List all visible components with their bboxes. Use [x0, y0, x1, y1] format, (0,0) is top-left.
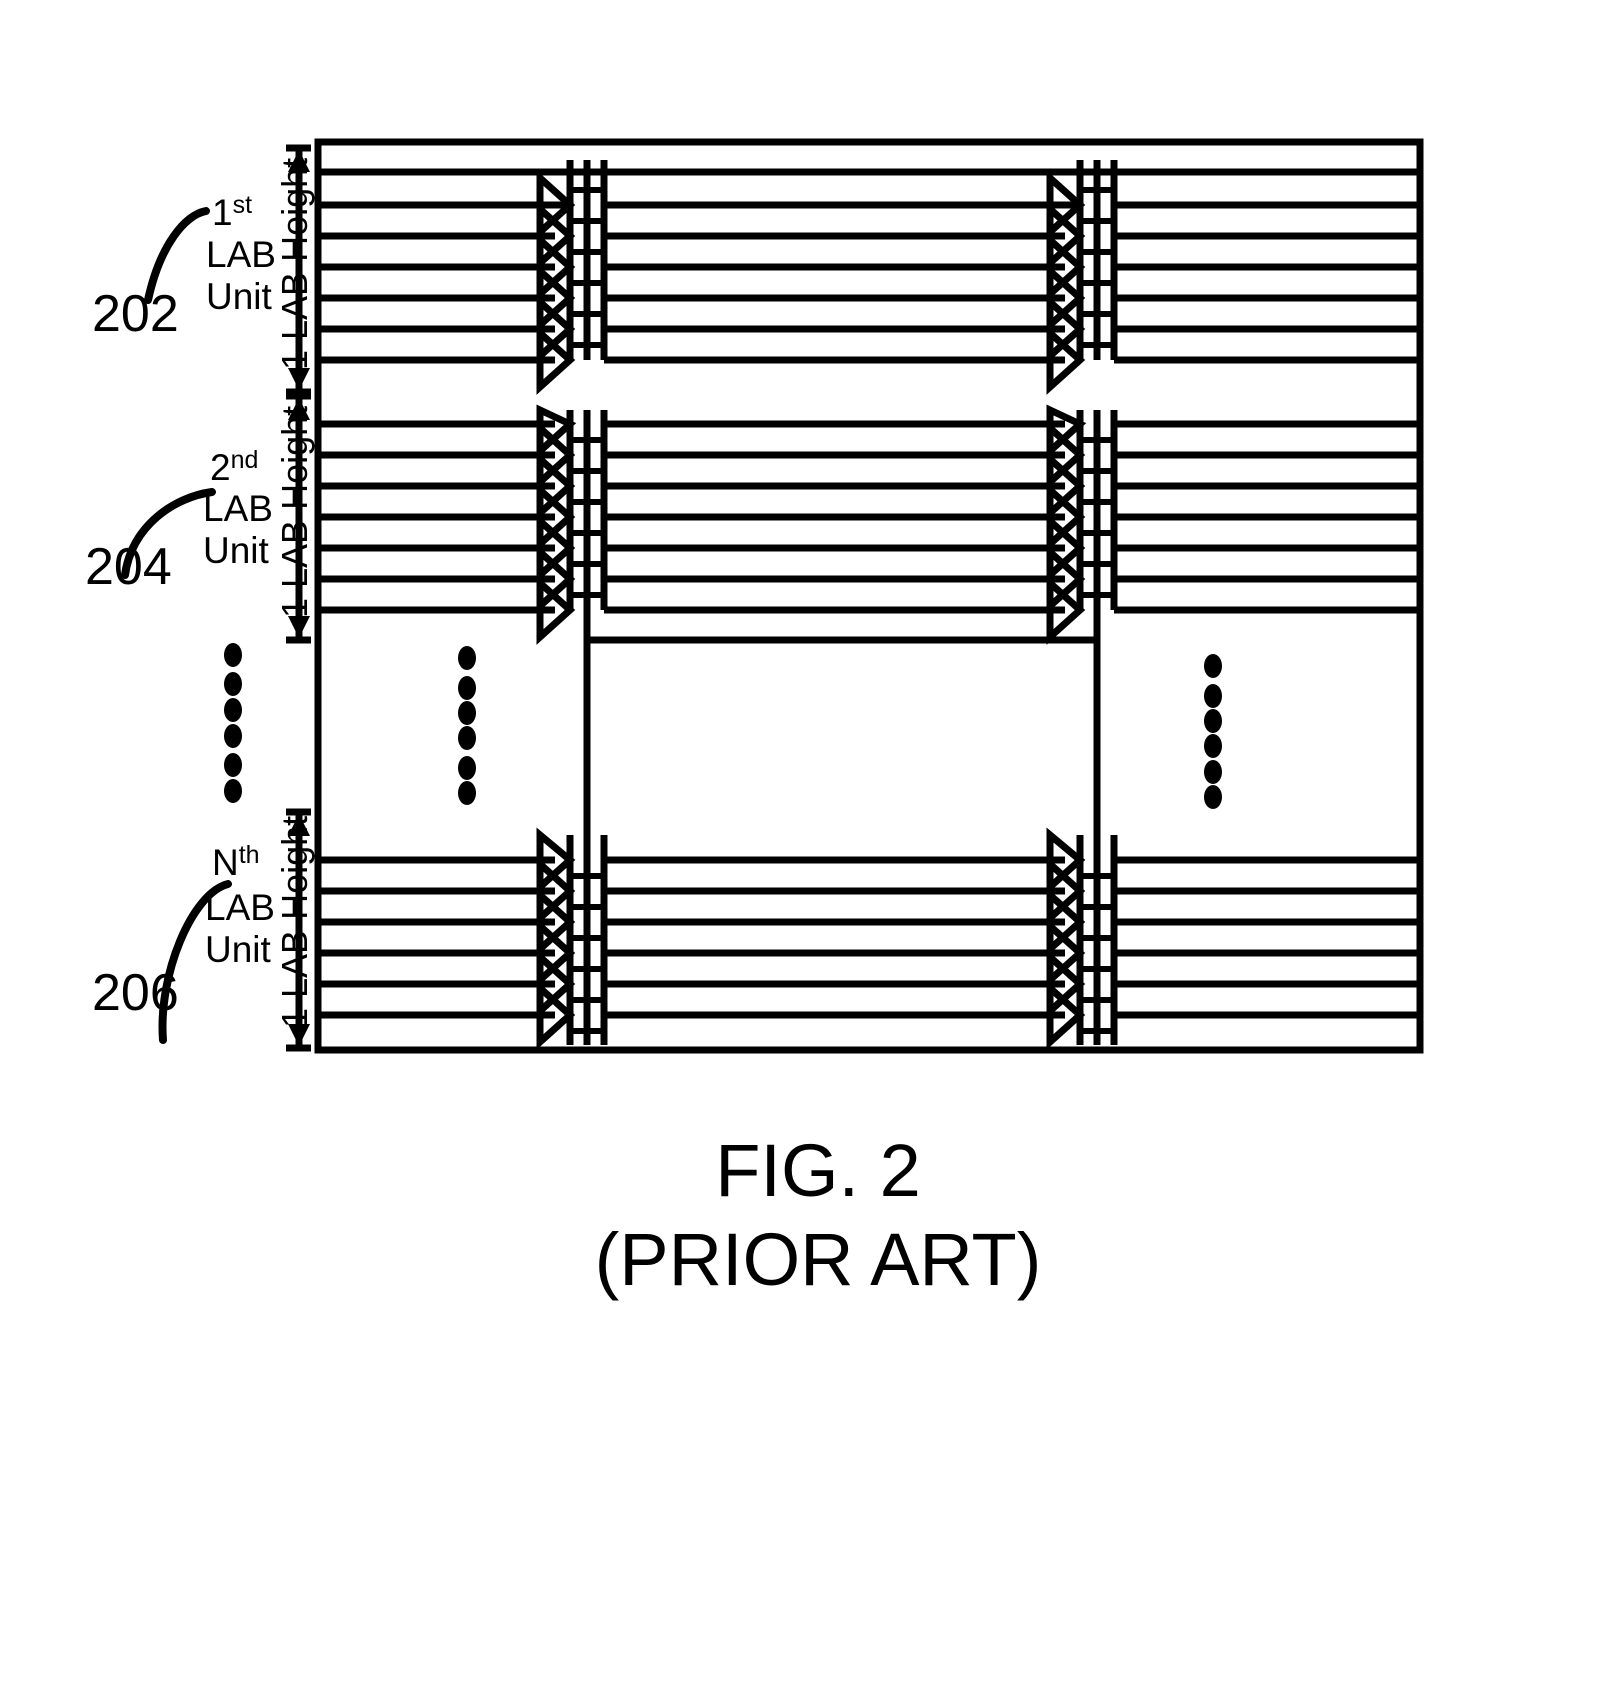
ref-number-206: 206: [92, 964, 179, 1022]
lab-unit-2-line3: Unit: [203, 530, 270, 571]
lab-unit-1-line3: Unit: [206, 276, 273, 317]
dimension-label-unit-2: 1 LAB Height: [274, 406, 315, 618]
dimension-label-unit-n: 1 LAB Height: [274, 816, 315, 1028]
lab-unit-1-line2: LAB: [206, 234, 276, 275]
figure-caption-main: FIG. 2: [715, 1129, 921, 1212]
ref-number-202: 202: [92, 285, 179, 343]
figure-caption-subtitle: (PRIOR ART): [595, 1218, 1042, 1301]
figure-canvas: 1 LAB Height 1 LAB Height 1 LAB Height 1…: [0, 0, 1607, 1705]
lab-unit-n-line3: Unit: [205, 929, 272, 970]
ref-number-204: 204: [85, 538, 172, 596]
dimension-label-unit-1: 1 LAB Height: [274, 158, 315, 370]
patent-figure: 1 LAB Height 1 LAB Height 1 LAB Height 1…: [0, 0, 1607, 1705]
